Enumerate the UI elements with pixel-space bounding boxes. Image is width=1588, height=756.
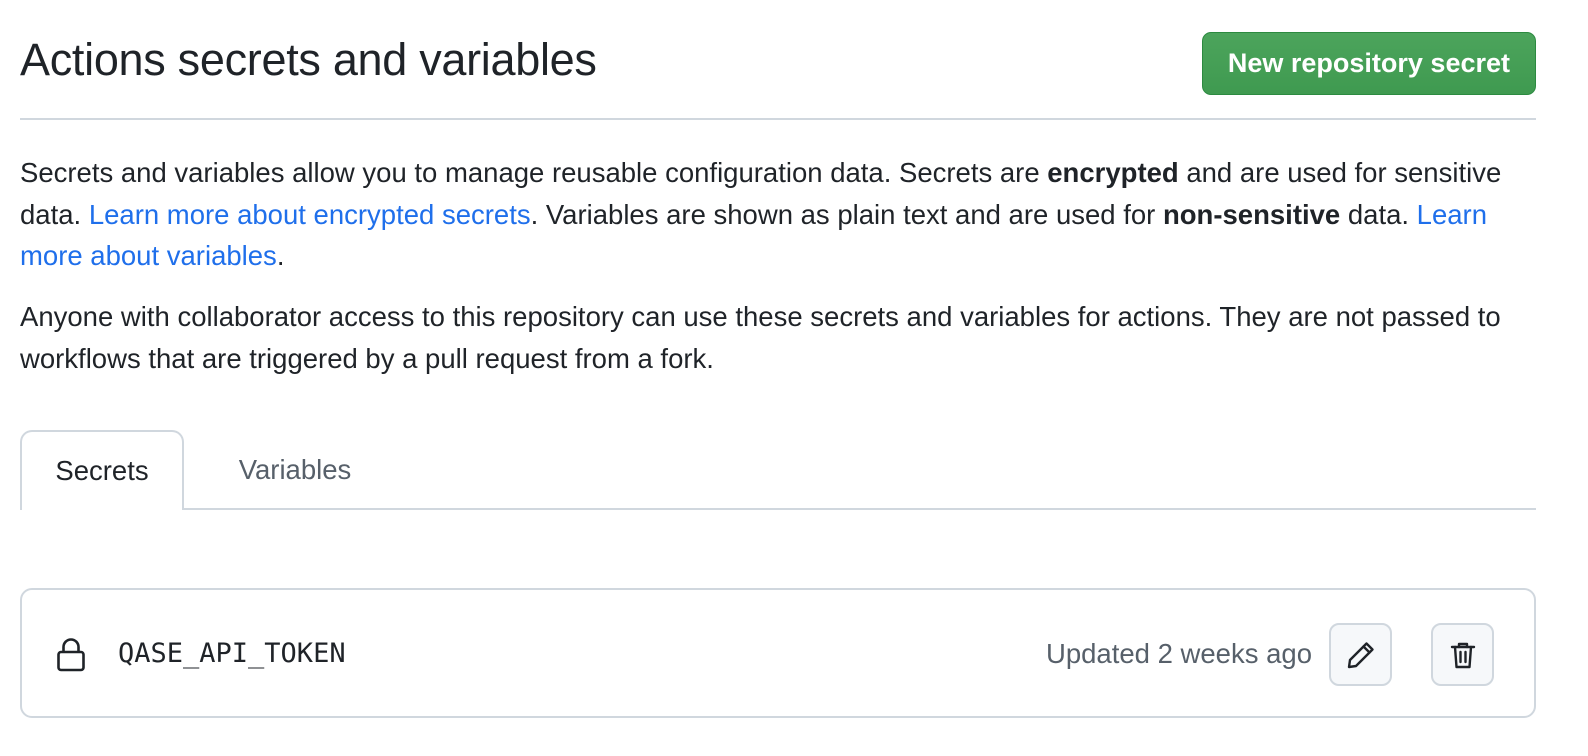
edit-secret-button[interactable]	[1329, 623, 1392, 686]
delete-secret-button[interactable]	[1431, 623, 1494, 686]
learn-encrypted-secrets-link[interactable]: Learn more about encrypted secrets	[89, 199, 531, 230]
secret-name: QASE_API_TOKEN	[118, 638, 346, 669]
description-text: Secrets and variables allow you to manag…	[20, 157, 1048, 188]
page-header: Actions secrets and variables New reposi…	[20, 0, 1536, 120]
secret-list-item: QASE_API_TOKEN Updated 2 weeks ago	[20, 588, 1536, 718]
secrets-description: Secrets and variables allow you to manag…	[20, 152, 1536, 277]
new-repository-secret-button[interactable]: New repository secret	[1201, 32, 1536, 95]
description-text: . Variables are shown as plain text and …	[530, 198, 1163, 230]
description-bold-non-sensitive: non-sensitive	[1162, 198, 1341, 230]
secret-updated-time: Updated 2 weeks ago	[1045, 638, 1312, 669]
pencil-icon	[1347, 641, 1374, 668]
lock-icon	[57, 638, 85, 672]
description-text: .	[276, 240, 285, 271]
description-bold-encrypted: encrypted	[1047, 157, 1179, 188]
collaborator-note: Anyone with collaborator access to this …	[20, 301, 1501, 374]
tab-variables[interactable]: Variables	[184, 430, 406, 510]
page-title: Actions secrets and variables	[20, 34, 597, 85]
tab-secrets[interactable]: Secrets	[20, 430, 184, 512]
description-text: data.	[1340, 198, 1417, 230]
tab-bar: Secrets Variables	[20, 430, 1536, 512]
trash-icon	[1450, 642, 1475, 668]
